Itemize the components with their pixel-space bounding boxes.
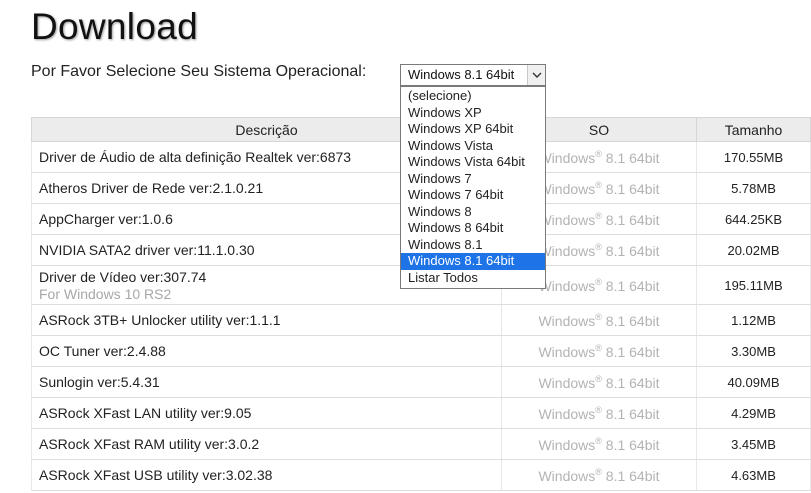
driver-name-cell: ASRock XFast LAN utility ver:9.05	[31, 397, 502, 429]
os-dropdown-list: (selecione) Windows XP Windows XP 64bit Win…	[400, 86, 546, 289]
os-option[interactable]: Windows XP	[401, 105, 545, 122]
os-brand: Windows	[538, 277, 596, 294]
os-cell: Windows® 8.1 64bit	[501, 366, 697, 398]
registered-mark: ®	[595, 179, 602, 190]
os-version: 8.1 64bit	[601, 211, 660, 228]
os-option[interactable]: Windows 8.1	[401, 237, 545, 254]
os-version: 8.1 64bit	[601, 467, 660, 484]
driver-name[interactable]: Atheros Driver de Rede ver:2.1.0.21	[39, 180, 263, 196]
driver-name[interactable]: ASRock XFast RAM utility ver:3.0.2	[39, 436, 259, 452]
os-brand: Windows	[538, 436, 596, 453]
column-header-size: Tamanho	[696, 117, 811, 142]
driver-name[interactable]: AppCharger ver:1.0.6	[39, 211, 173, 227]
driver-name[interactable]: ASRock XFast USB utility ver:3.02.38	[39, 467, 272, 483]
driver-name[interactable]: Sunlogin ver:5.4.31	[39, 374, 160, 390]
os-version: 8.1 64bit	[601, 436, 660, 453]
os-version: 8.1 64bit	[601, 242, 660, 259]
os-option[interactable]: Windows Vista	[401, 138, 545, 155]
registered-mark: ®	[595, 148, 602, 159]
registered-mark: ®	[595, 466, 602, 477]
file-size-cell: 4.29MB	[696, 397, 811, 429]
driver-name[interactable]: Driver de Áudio de alta definição Realte…	[39, 149, 351, 165]
driver-name[interactable]: OC Tuner ver:2.4.88	[39, 343, 166, 359]
os-cell: Windows® 8.1 64bit	[501, 428, 697, 460]
os-select[interactable]: Windows 8.1 64bit	[400, 64, 546, 86]
os-brand: Windows	[538, 180, 596, 197]
driver-name-cell: Sunlogin ver:5.4.31	[31, 366, 502, 398]
os-cell: Windows® 8.1 64bit	[501, 397, 697, 429]
os-version: 8.1 64bit	[601, 343, 660, 360]
os-brand: Windows	[538, 405, 596, 422]
file-size-cell: 644.25KB	[696, 203, 811, 235]
os-cell: Windows® 8.1 64bit	[501, 459, 697, 491]
file-size-cell: 195.11MB	[696, 265, 811, 305]
os-brand: Windows	[538, 467, 596, 484]
file-size-cell: 20.02MB	[696, 234, 811, 266]
os-brand: Windows	[538, 242, 596, 259]
os-option[interactable]: Windows 8	[401, 204, 545, 221]
table-row[interactable]: OC Tuner ver:2.4.88 Windows® 8.1 64bit 3.3…	[31, 335, 811, 367]
registered-mark: ®	[595, 210, 602, 221]
driver-name[interactable]: ASRock 3TB+ Unlocker utility ver:1.1.1	[39, 312, 281, 328]
chevron-down-icon	[532, 72, 541, 78]
file-size-cell: 40.09MB	[696, 366, 811, 398]
registered-mark: ®	[595, 342, 602, 353]
registered-mark: ®	[595, 276, 602, 287]
os-prompt-label: Por Favor Selecione Seu Sistema Operacio…	[31, 63, 367, 80]
table-row[interactable]: ASRock 3TB+ Unlocker utility ver:1.1.1 Wi…	[31, 304, 811, 336]
os-version: 8.1 64bit	[601, 374, 660, 391]
table-row[interactable]: ASRock XFast USB utility ver:3.02.38 Wind…	[31, 459, 811, 491]
os-brand: Windows	[538, 149, 596, 166]
os-cell: Windows® 8.1 64bit	[501, 335, 697, 367]
os-option[interactable]: Windows 7 64bit	[401, 187, 545, 204]
os-version: 8.1 64bit	[601, 180, 660, 197]
os-option[interactable]: Windows XP 64bit	[401, 121, 545, 138]
registered-mark: ®	[595, 241, 602, 252]
os-version: 8.1 64bit	[601, 277, 660, 294]
driver-name[interactable]: NVIDIA SATA2 driver ver:11.1.0.30	[39, 242, 255, 258]
registered-mark: ®	[595, 373, 602, 384]
driver-name[interactable]: Driver de Vídeo ver:307.74	[39, 269, 206, 285]
os-cell: Windows® 8.1 64bit	[501, 304, 697, 336]
os-option[interactable]: Windows 8 64bit	[401, 220, 545, 237]
file-size-cell: 170.55MB	[696, 141, 811, 173]
file-size-cell: 4.63MB	[696, 459, 811, 491]
os-brand: Windows	[538, 374, 596, 391]
page-title: Download	[31, 6, 198, 47]
os-option[interactable]: Windows 7	[401, 171, 545, 188]
os-option[interactable]: Listar Todos	[401, 270, 545, 287]
registered-mark: ®	[595, 311, 602, 322]
os-version: 8.1 64bit	[601, 149, 660, 166]
os-option[interactable]: Windows Vista 64bit	[401, 154, 545, 171]
file-size-cell: 3.45MB	[696, 428, 811, 460]
driver-name-cell: ASRock XFast RAM utility ver:3.0.2	[31, 428, 502, 460]
file-size-cell: 3.30MB	[696, 335, 811, 367]
os-select-value: Windows 8.1 64bit	[408, 67, 515, 82]
file-size-cell: 1.12MB	[696, 304, 811, 336]
registered-mark: ®	[595, 435, 602, 446]
table-row[interactable]: ASRock XFast RAM utility ver:3.0.2 Window…	[31, 428, 811, 460]
os-select-arrow[interactable]	[527, 65, 545, 85]
driver-name[interactable]: ASRock XFast LAN utility ver:9.05	[39, 405, 251, 421]
driver-name-cell: ASRock 3TB+ Unlocker utility ver:1.1.1	[31, 304, 502, 336]
driver-name-cell: ASRock XFast USB utility ver:3.02.38	[31, 459, 502, 491]
os-option-selected[interactable]: Windows 8.1 64bit	[401, 253, 545, 270]
registered-mark: ®	[595, 404, 602, 415]
os-brand: Windows	[538, 343, 596, 360]
os-option[interactable]: (selecione)	[401, 88, 545, 105]
table-row[interactable]: Sunlogin ver:5.4.31 Windows® 8.1 64bit 40.…	[31, 366, 811, 398]
table-row[interactable]: ASRock XFast LAN utility ver:9.05 Windows…	[31, 397, 811, 429]
os-brand: Windows	[538, 312, 596, 329]
os-version: 8.1 64bit	[601, 312, 660, 329]
file-size-cell: 5.78MB	[696, 172, 811, 204]
os-brand: Windows	[538, 211, 596, 228]
driver-name-cell: OC Tuner ver:2.4.88	[31, 335, 502, 367]
os-version: 8.1 64bit	[601, 405, 660, 422]
